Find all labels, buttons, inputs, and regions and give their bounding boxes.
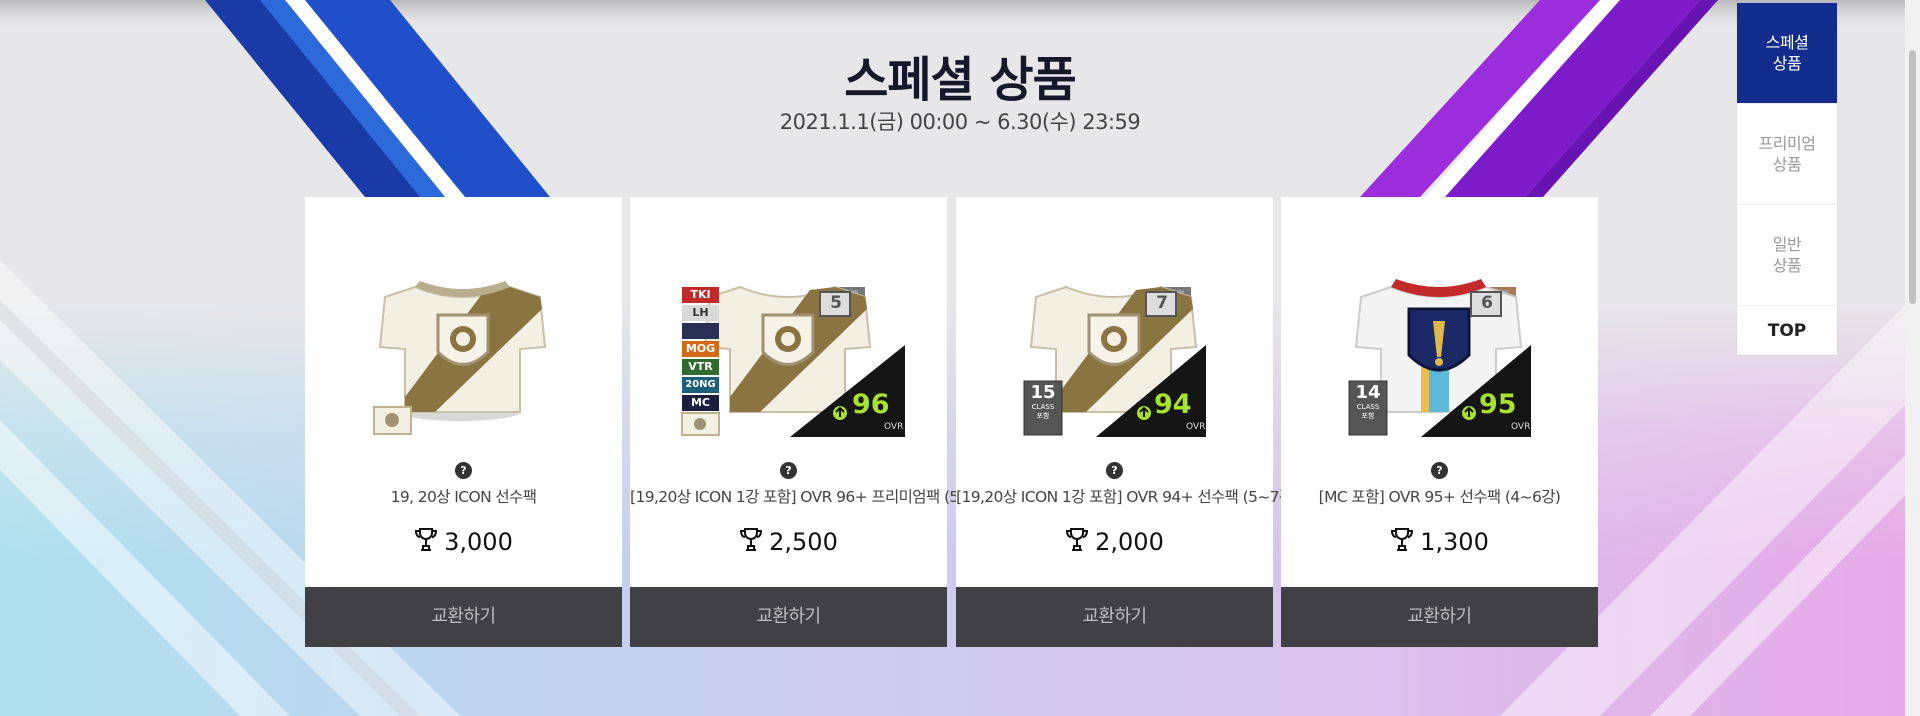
exchange-button[interactable]: 교환하기 <box>956 587 1273 647</box>
class-sub: 포함 <box>1361 412 1375 420</box>
exchange-button[interactable]: 교환하기 <box>630 587 947 647</box>
sidenav-item-premium[interactable]: 프리미엄상품 <box>1737 104 1837 205</box>
sidenav-label: 상품 <box>1772 155 1802 174</box>
ovr-value: 94 <box>1154 389 1192 420</box>
help-icon[interactable]: ? <box>1106 462 1123 479</box>
page-title: 스페셜 상품 <box>844 52 1077 108</box>
product-image <box>305 197 622 467</box>
side-navigation: 스페셜 상품 프리미엄 상품 일반 상품 TOP <box>1737 3 1837 355</box>
trophy-icon <box>414 527 438 559</box>
product-price: 2,000 <box>956 527 1273 559</box>
price-value: 1,300 <box>1420 528 1489 556</box>
product-image: 7 15 CLASS 포함 94 OVR <box>956 197 1273 467</box>
sidenav-item-general[interactable]: 일반상품 <box>1737 205 1837 306</box>
trophy-icon <box>739 527 763 559</box>
event-period: 2021.1.1(금) 00:00 ~ 6.30(수) 23:59 <box>779 110 1141 134</box>
scroll-top-button[interactable]: TOP <box>1737 306 1837 355</box>
card-count: 7 <box>1156 293 1168 313</box>
season-badge <box>682 323 719 341</box>
product-name: [MC 포함] OVR 95+ 선수팩 (4~6강) <box>1318 488 1561 506</box>
sidenav-label: 상품 <box>1772 54 1802 73</box>
help-icon[interactable]: ? <box>1431 462 1448 479</box>
exchange-button[interactable]: 교환하기 <box>305 587 622 647</box>
sidenav-label: 일반 <box>1772 235 1802 254</box>
product-price: 2,500 <box>630 527 947 559</box>
product-price: 3,000 <box>305 527 622 559</box>
product-card: 6 14 CLASS 포함 95 OVR ? [MC 포함] OVR 95+ 선… <box>1281 197 1598 647</box>
product-image: 6 14 CLASS 포함 95 OVR <box>1281 197 1598 467</box>
season-badge: VTR <box>688 360 713 373</box>
scrollbar-thumb[interactable] <box>1909 50 1916 304</box>
help-icon[interactable]: ? <box>780 462 797 479</box>
product-name: [19,20상 ICON 1강 포함] OVR 94+ 선수팩 (5~7강) <box>956 488 1299 506</box>
trophy-icon <box>1065 527 1089 559</box>
scrollbar[interactable] <box>1905 0 1920 716</box>
season-badge: LH <box>692 306 709 319</box>
ovr-label: OVR <box>1186 422 1206 432</box>
product-price: 1,300 <box>1281 527 1598 559</box>
ovr-value: 95 <box>1479 389 1517 420</box>
class-sub: 포함 <box>1036 412 1050 420</box>
season-badge: MC <box>690 396 711 409</box>
price-value: 2,000 <box>1095 528 1164 556</box>
card-count: 6 <box>1481 293 1493 313</box>
card-count: 5 <box>830 293 842 313</box>
class-badge: 15 CLASS 포함 <box>1024 383 1062 421</box>
season-badge: 20NG <box>685 379 716 390</box>
product-card: 7 15 CLASS 포함 94 OVR ? [19,20상 ICON 1강 포… <box>956 197 1299 647</box>
season-badge: TKI <box>690 288 711 301</box>
price-value: 3,000 <box>444 528 513 556</box>
sidenav-item-special[interactable]: 스페셜상품 <box>1737 3 1837 104</box>
class-label: CLASS <box>1031 403 1055 411</box>
help-icon[interactable]: ? <box>455 462 472 479</box>
sidenav-label: 상품 <box>1772 256 1802 275</box>
class-label: CLASS <box>1356 403 1380 411</box>
product-card: TKI LH MOG VTR 20NG MC 5 96 OVR ? [19,20… <box>630 197 978 647</box>
exchange-button[interactable]: 교환하기 <box>1281 587 1598 647</box>
class-number: 15 <box>1030 382 1056 403</box>
season-badges: TKI LH MOG VTR 20NG MC <box>682 287 719 413</box>
class-badge: 14 CLASS 포함 <box>1349 383 1387 421</box>
ovr-label: OVR <box>1511 422 1531 432</box>
sidenav-label: 스페셜 <box>1765 33 1809 52</box>
trophy-icon <box>1390 527 1414 559</box>
sidenav-label: 프리미엄 <box>1758 134 1816 153</box>
product-card: ? 19, 20상 ICON 선수팩 3,000 교환하기 <box>305 197 622 647</box>
class-number: 14 <box>1355 382 1381 403</box>
season-badge: MOG <box>685 342 716 355</box>
price-value: 2,500 <box>769 528 838 556</box>
ovr-value: 96 <box>852 389 890 420</box>
product-name: 19, 20상 ICON 선수팩 <box>390 488 537 506</box>
product-name: [19,20상 ICON 1강 포함] OVR 96+ 프리미엄팩 (5강) <box>630 488 978 506</box>
product-image: TKI LH MOG VTR 20NG MC 5 96 OVR <box>630 197 947 467</box>
ovr-label: OVR <box>884 422 904 432</box>
